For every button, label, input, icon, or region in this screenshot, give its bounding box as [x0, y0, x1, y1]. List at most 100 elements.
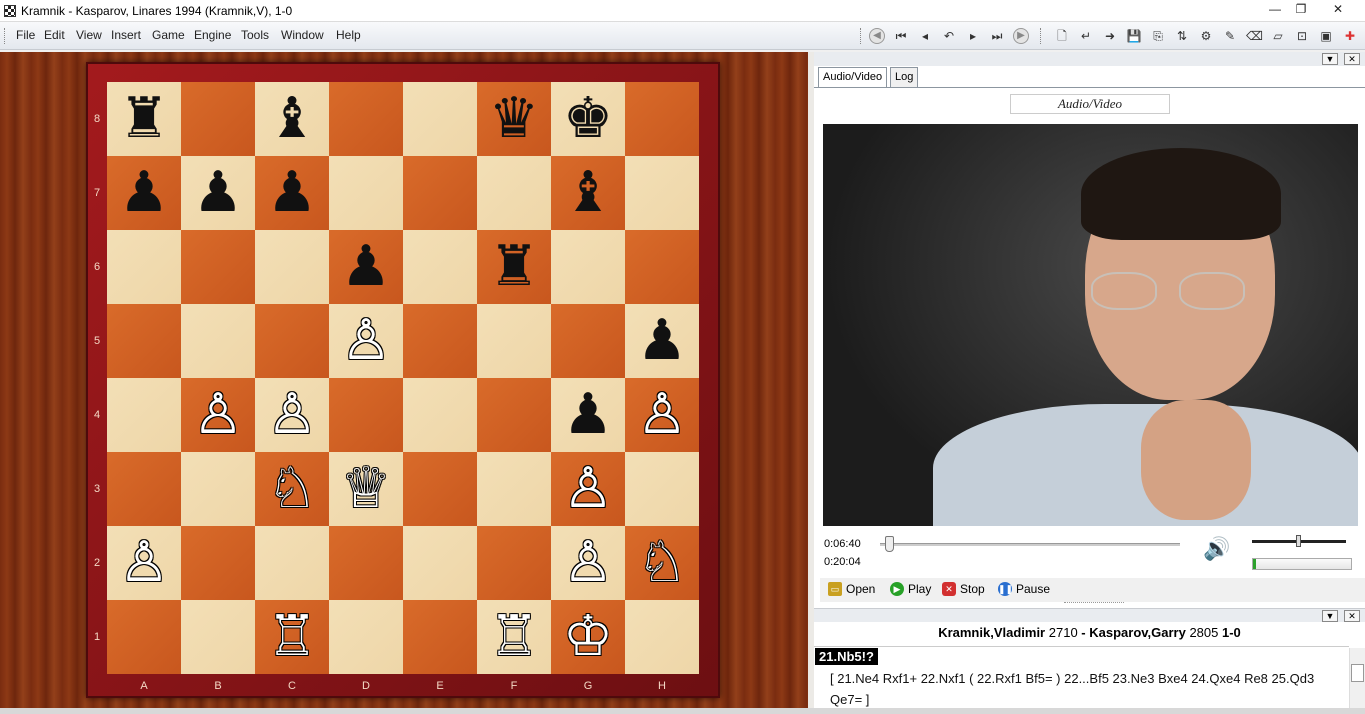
new-document-icon[interactable]: 🗋	[1054, 28, 1070, 44]
square-h5[interactable]: ♟	[625, 304, 699, 378]
square-d8[interactable]	[329, 82, 403, 156]
chess-board[interactable]: ♜ ♝ ♛ ♚ ♟ ♟ ♟ ♝ ♟ ♜ ♙ ♟ ♙ ♙ ♟ ♙ ♘ ♕ ♙ ♙ ♙ ♘ ♖ ♖ ♔	[107, 82, 699, 674]
undo-icon[interactable]: ↶	[941, 28, 957, 44]
menu-insert[interactable]: Insert	[111, 28, 141, 42]
square-d5[interactable]: ♙	[329, 304, 403, 378]
chess-piece[interactable]: ♙	[637, 387, 687, 443]
square-h7[interactable]	[625, 156, 699, 230]
chess-piece[interactable]: ♔	[563, 609, 613, 665]
last-move-icon[interactable]: ⏭	[989, 28, 1005, 44]
chess-piece[interactable]: ♘	[637, 535, 687, 591]
square-e4[interactable]	[403, 378, 477, 452]
chess-piece[interactable]: ♖	[267, 609, 317, 665]
chess-piece[interactable]: ♟	[637, 313, 687, 369]
square-h1[interactable]	[625, 600, 699, 674]
chess-piece[interactable]: ♙	[119, 535, 169, 591]
notation-scroll-thumb[interactable]	[1351, 664, 1364, 682]
square-e2[interactable]	[403, 526, 477, 600]
square-g4[interactable]: ♟	[551, 378, 625, 452]
square-c8[interactable]: ♝	[255, 82, 329, 156]
current-move[interactable]: 21.Nb5!?	[815, 648, 878, 665]
square-a8[interactable]: ♜	[107, 82, 181, 156]
square-g7[interactable]: ♝	[551, 156, 625, 230]
square-a7[interactable]: ♟	[107, 156, 181, 230]
open-button[interactable]: ▭ Open	[828, 582, 875, 596]
square-a3[interactable]	[107, 452, 181, 526]
chess-piece[interactable]: ♚	[563, 91, 613, 147]
square-f3[interactable]	[477, 452, 551, 526]
square-b4[interactable]: ♙	[181, 378, 255, 452]
menu-help[interactable]: Help	[336, 28, 361, 42]
maximize-button[interactable]: ❐	[1288, 1, 1314, 18]
square-e3[interactable]	[403, 452, 477, 526]
next-move-icon[interactable]: ▸	[965, 28, 981, 44]
square-g6[interactable]	[551, 230, 625, 304]
toolbar-grip[interactable]	[860, 28, 863, 44]
chess-piece[interactable]: ♘	[267, 461, 317, 517]
menu-engine[interactable]: Engine	[194, 28, 231, 42]
stop-button[interactable]: ✕ Stop	[942, 582, 985, 596]
square-f7[interactable]	[477, 156, 551, 230]
square-g2[interactable]: ♙	[551, 526, 625, 600]
square-c4[interactable]: ♙	[255, 378, 329, 452]
seek-track[interactable]	[880, 543, 1180, 546]
menu-window[interactable]: Window	[281, 28, 324, 42]
add-icon[interactable]: ✚	[1342, 28, 1358, 44]
chess-piece[interactable]: ♕	[341, 461, 391, 517]
back-circle-icon[interactable]: ◀	[869, 28, 885, 44]
square-h6[interactable]	[625, 230, 699, 304]
chess-piece[interactable]: ♖	[489, 609, 539, 665]
chess-piece[interactable]: ♛	[489, 91, 539, 147]
square-g3[interactable]: ♙	[551, 452, 625, 526]
speaker-icon[interactable]: 🔊	[1202, 536, 1232, 566]
chess-piece[interactable]: ♝	[267, 91, 317, 147]
notation-dropdown-icon[interactable]: ▼	[1322, 610, 1338, 622]
square-e8[interactable]	[403, 82, 477, 156]
chess-piece[interactable]: ♟	[193, 165, 243, 221]
chess-piece[interactable]: ♟	[119, 165, 169, 221]
play-button[interactable]: ▶ Play	[890, 582, 931, 596]
chess-piece[interactable]: ♙	[563, 461, 613, 517]
toolbar-grip-2[interactable]	[1040, 28, 1043, 44]
menu-game[interactable]: Game	[152, 28, 185, 42]
square-c6[interactable]	[255, 230, 329, 304]
variation-line[interactable]: [ 21.Ne4 Rxf1+ 22.Nxf1 ( 22.Rxf1 Bf5= ) …	[830, 668, 1330, 710]
square-d2[interactable]	[329, 526, 403, 600]
menu-view[interactable]: View	[76, 28, 102, 42]
forward-circle-icon[interactable]: ▶	[1013, 28, 1029, 44]
chess-piece[interactable]: ♟	[341, 239, 391, 295]
settings-icon[interactable]: ⚙	[1198, 28, 1214, 44]
pause-button[interactable]: ❚❚ Pause	[998, 582, 1050, 596]
menu-file[interactable]: File	[16, 28, 35, 42]
square-f8[interactable]: ♛	[477, 82, 551, 156]
volume-slider-thumb[interactable]	[1296, 535, 1301, 547]
square-b2[interactable]	[181, 526, 255, 600]
square-a4[interactable]	[107, 378, 181, 452]
menu-tools[interactable]: Tools	[241, 28, 269, 42]
square-b3[interactable]	[181, 452, 255, 526]
tab-audio-video[interactable]: Audio/Video	[818, 67, 888, 88]
square-h2[interactable]: ♘	[625, 526, 699, 600]
square-d6[interactable]: ♟	[329, 230, 403, 304]
square-g1[interactable]: ♔	[551, 600, 625, 674]
square-c3[interactable]: ♘	[255, 452, 329, 526]
eraser-icon[interactable]: ⌫	[1246, 28, 1263, 44]
minimize-button[interactable]: —	[1262, 1, 1288, 18]
square-e1[interactable]	[403, 600, 477, 674]
chess-piece[interactable]: ♙	[267, 387, 317, 443]
chess-piece[interactable]: ♙	[563, 535, 613, 591]
square-h3[interactable]	[625, 452, 699, 526]
chess-piece[interactable]: ♙	[341, 313, 391, 369]
square-h4[interactable]: ♙	[625, 378, 699, 452]
square-e5[interactable]	[403, 304, 477, 378]
square-d4[interactable]	[329, 378, 403, 452]
square-f6[interactable]: ♜	[477, 230, 551, 304]
square-a2[interactable]: ♙	[107, 526, 181, 600]
square-c1[interactable]: ♖	[255, 600, 329, 674]
square-f2[interactable]	[477, 526, 551, 600]
square-e6[interactable]	[403, 230, 477, 304]
notation-close-icon[interactable]: ✕	[1344, 610, 1360, 622]
square-c5[interactable]	[255, 304, 329, 378]
square-g5[interactable]	[551, 304, 625, 378]
square-f1[interactable]: ♖	[477, 600, 551, 674]
